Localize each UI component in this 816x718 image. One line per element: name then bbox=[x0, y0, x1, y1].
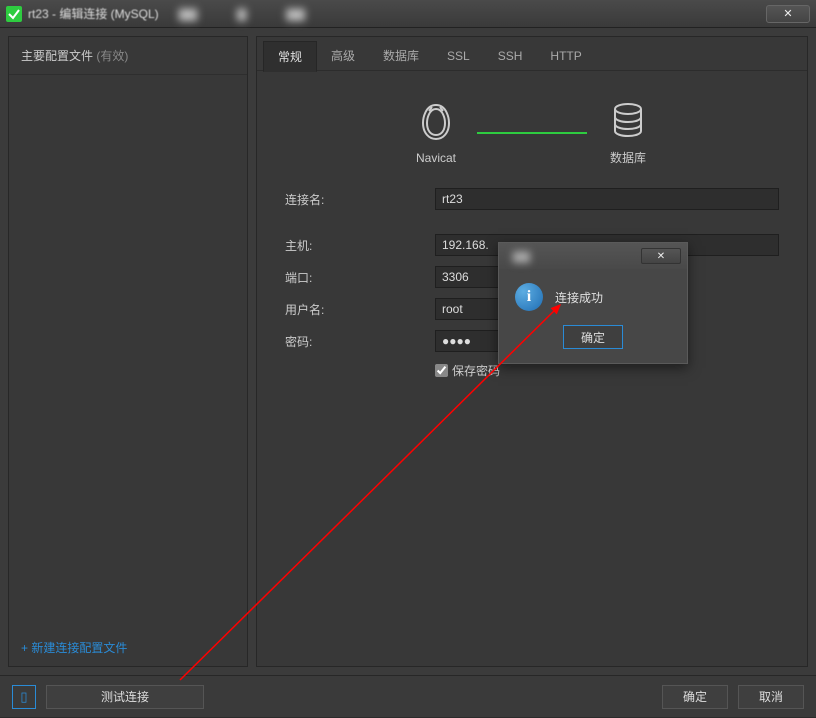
content-area: 主要配置文件 (有效) + 新建连接配置文件 常规 高级 数据库 SSL SSH… bbox=[0, 28, 816, 675]
blurred-text: ▇▇ bbox=[179, 7, 197, 21]
dialog-close-button[interactable]: ✕ bbox=[641, 248, 681, 264]
dialog-ok-button[interactable]: 确定 bbox=[563, 325, 623, 349]
conn-name-input[interactable] bbox=[435, 188, 779, 210]
tab-databases[interactable]: 数据库 bbox=[369, 41, 433, 70]
tab-advanced[interactable]: 高级 bbox=[317, 41, 369, 70]
footer-bar: ▯ 测试连接 确定 取消 bbox=[0, 675, 816, 717]
navicat-icon bbox=[415, 101, 457, 143]
test-connection-button[interactable]: 测试连接 bbox=[46, 685, 204, 709]
info-icon: i bbox=[515, 283, 543, 311]
window-title: rt23 - 编辑连接 (MySQL) bbox=[28, 5, 159, 22]
diagram-database: 数据库 bbox=[607, 99, 649, 166]
user-label: 用户名: bbox=[285, 301, 435, 318]
sidebar: 主要配置文件 (有效) + 新建连接配置文件 bbox=[8, 36, 248, 667]
port-label: 端口: bbox=[285, 269, 435, 286]
window-close-button[interactable]: ✕ bbox=[766, 5, 810, 23]
sidebar-header: 主要配置文件 (有效) bbox=[9, 37, 247, 75]
app-icon bbox=[6, 6, 22, 22]
tab-general[interactable]: 常规 bbox=[263, 41, 317, 72]
layout-icon: ▯ bbox=[20, 689, 27, 705]
sidebar-body bbox=[9, 75, 247, 629]
conn-name-label: 连接名: bbox=[285, 191, 435, 208]
diagram-connected-line bbox=[477, 132, 587, 134]
diagram-right-label: 数据库 bbox=[610, 149, 646, 166]
save-pass-checkbox[interactable] bbox=[435, 364, 448, 377]
dialog-message: 连接成功 bbox=[555, 289, 603, 306]
diagram-navicat: Navicat bbox=[415, 101, 457, 165]
ok-button[interactable]: 确定 bbox=[662, 685, 728, 709]
sidebar-title: 主要配置文件 bbox=[21, 49, 93, 63]
host-label: 主机: bbox=[285, 237, 435, 254]
tab-bar: 常规 高级 数据库 SSL SSH HTTP bbox=[257, 37, 807, 71]
database-icon bbox=[607, 99, 649, 141]
diagram-left-label: Navicat bbox=[416, 151, 456, 165]
layout-toggle-button[interactable]: ▯ bbox=[12, 685, 36, 709]
tab-ssh[interactable]: SSH bbox=[484, 43, 537, 69]
new-profile-link[interactable]: + 新建连接配置文件 bbox=[9, 629, 247, 666]
blurred-text: ▇▇ bbox=[286, 7, 304, 21]
connection-diagram: Navicat 数据库 bbox=[257, 99, 807, 166]
dialog-titlebar: ▇▇ ✕ bbox=[499, 243, 687, 269]
title-bar: rt23 - 编辑连接 (MySQL) ▇▇ ▇ ▇▇ ✕ bbox=[0, 0, 816, 28]
save-pass-label: 保存密码 bbox=[452, 362, 500, 379]
cancel-button[interactable]: 取消 bbox=[738, 685, 804, 709]
result-dialog: ▇▇ ✕ i 连接成功 确定 bbox=[498, 242, 688, 364]
tab-ssl[interactable]: SSL bbox=[433, 43, 484, 69]
dialog-title-text: ▇▇ bbox=[505, 250, 641, 263]
pass-label: 密码: bbox=[285, 333, 435, 350]
blurred-text: ▇ bbox=[237, 7, 246, 21]
sidebar-status: (有效) bbox=[96, 49, 128, 63]
tab-http[interactable]: HTTP bbox=[536, 43, 595, 69]
